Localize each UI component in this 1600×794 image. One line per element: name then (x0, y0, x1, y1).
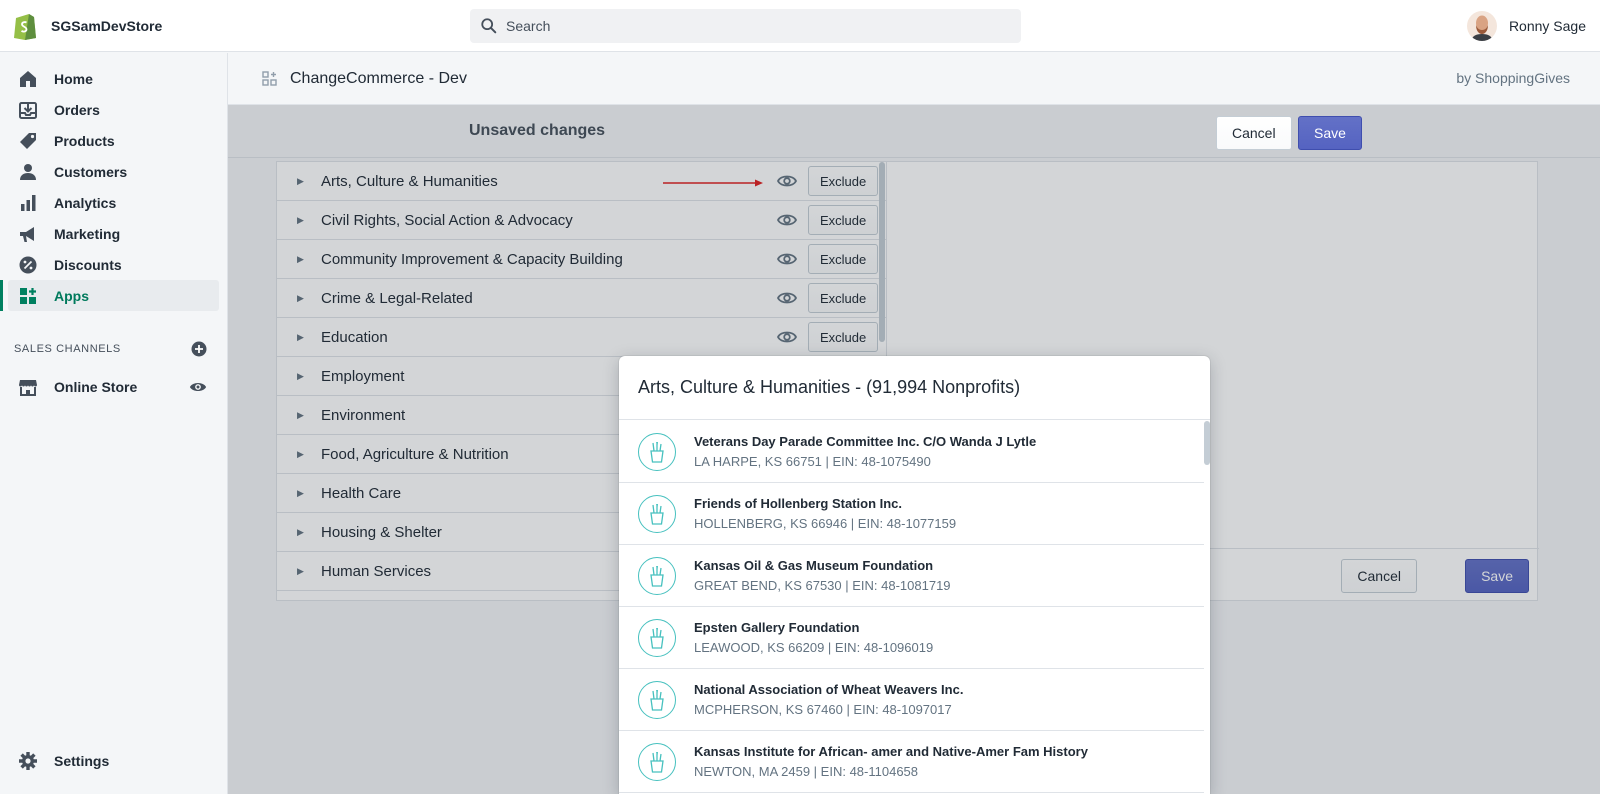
list-item[interactable]: Friends of Hollenberg Station Inc. HOLLE… (619, 483, 1204, 545)
nonprofit-meta: MCPHERSON, KS 67460 | EIN: 48-1097017 (694, 702, 952, 717)
sidebar-item-marketing[interactable]: Marketing (8, 218, 219, 249)
sidebar-item-label: Analytics (54, 194, 117, 211)
sidebar-item-apps[interactable]: Apps (0, 280, 219, 311)
nonprofit-meta: NEWTON, MA 2459 | EIN: 48-1104658 (694, 764, 919, 779)
avatar (1466, 11, 1497, 41)
sidebar-item-analytics[interactable]: Analytics (8, 187, 219, 218)
search-bar[interactable] (470, 9, 1021, 43)
sidebar-item-label: Online Store (54, 378, 138, 395)
search-icon (481, 18, 497, 34)
arts-supplies-icon (638, 556, 676, 595)
list-item[interactable]: National Association of Wheat Weavers In… (619, 669, 1204, 731)
sidebar-item-label: Orders (54, 101, 100, 118)
sidebar-nav: Home Orders Products Customers Analytics… (0, 53, 227, 311)
sidebar-item-label: Settings (54, 752, 110, 769)
nonprofit-meta: LA HARPE, KS 66751 | EIN: 48-1075490 (694, 454, 931, 469)
sidebar-item-label: Marketing (54, 225, 121, 242)
app-header: ChangeCommerce - Dev by ShoppingGives (228, 53, 1600, 105)
arts-supplies-icon (638, 618, 676, 657)
list-item[interactable]: Epsten Gallery Foundation LEAWOOD, KS 66… (619, 607, 1204, 669)
sidebar-item-products[interactable]: Products (8, 125, 219, 156)
sidebar-item-online-store[interactable]: Online Store (8, 371, 219, 402)
unsaved-save-button[interactable]: Save (1298, 116, 1362, 150)
apps-grid-icon (262, 70, 277, 86)
sales-channels-header: SALES CHANNELS (0, 339, 227, 359)
unsaved-cancel-button[interactable]: Cancel (1216, 116, 1292, 150)
sales-channels-label: SALES CHANNELS (14, 343, 121, 355)
tag-icon (18, 131, 38, 151)
sidebar-item-orders[interactable]: Orders (8, 94, 219, 125)
nonprofit-meta: HOLLENBERG, KS 66946 | EIN: 48-1077159 (694, 516, 957, 531)
sidebar-item-label: Customers (54, 163, 128, 180)
sidebar-item-label: Products (54, 132, 115, 149)
page-title: ChangeCommerce - Dev (290, 69, 467, 87)
sidebar: Home Orders Products Customers Analytics… (0, 53, 228, 794)
nonprofit-name: Friends of Hollenberg Station Inc. (694, 496, 903, 511)
scrollbar-thumb[interactable] (1204, 421, 1210, 465)
arts-supplies-icon (638, 742, 676, 781)
nonprofit-name: Kansas Institute for African- amer and N… (694, 744, 1088, 759)
person-icon (18, 162, 38, 182)
sidebar-item-customers[interactable]: Customers (8, 156, 219, 187)
eye-icon[interactable] (189, 378, 207, 396)
nonprofit-name: Kansas Oil & Gas Museum Foundation (694, 558, 934, 573)
shopify-logo-icon (14, 13, 36, 40)
sidebar-item-home[interactable]: Home (8, 63, 219, 94)
modal-title: Arts, Culture & Humanities - (91,994 Non… (619, 356, 1210, 420)
discount-icon (18, 255, 38, 275)
arts-supplies-icon (638, 494, 676, 533)
app-developer[interactable]: by ShoppingGives (1456, 70, 1570, 86)
store-switcher[interactable]: SGSamDevStore (0, 11, 228, 41)
arts-supplies-icon (638, 432, 676, 471)
modal-scrollbar[interactable] (1204, 421, 1210, 794)
sidebar-item-label: Apps (54, 287, 89, 304)
nonprofits-modal: Arts, Culture & Humanities - (91,994 Non… (619, 356, 1210, 794)
list-item[interactable]: Veterans Day Parade Committee Inc. C/O W… (619, 421, 1204, 483)
bar-chart-icon (18, 193, 38, 213)
list-item[interactable]: Kansas Oil & Gas Museum Foundation GREAT… (619, 545, 1204, 607)
user-name: Ronny Sage (1508, 18, 1586, 34)
list-item[interactable]: Kansas Institute for African- amer and N… (619, 731, 1204, 793)
add-sales-channel-icon[interactable] (191, 341, 207, 357)
sidebar-item-label: Discounts (54, 256, 122, 273)
nonprofit-meta: LEAWOOD, KS 66209 | EIN: 48-1096019 (694, 640, 934, 655)
top-bar: SGSamDevStore Ronny Sage (0, 0, 1600, 52)
megaphone-icon (18, 224, 38, 244)
arts-supplies-icon (638, 680, 676, 719)
nonprofit-list: Veterans Day Parade Committee Inc. C/O W… (619, 421, 1204, 794)
sidebar-item-settings[interactable]: Settings (8, 745, 219, 776)
gear-icon (18, 751, 38, 771)
home-icon (18, 69, 38, 89)
store-name: SGSamDevStore (51, 17, 163, 34)
sidebar-item-label: Home (54, 70, 93, 87)
orders-icon (18, 100, 38, 120)
nonprofit-name: National Association of Wheat Weavers In… (694, 682, 964, 697)
nonprofit-name: Epsten Gallery Foundation (694, 620, 860, 635)
apps-icon (18, 286, 38, 306)
store-icon (18, 377, 38, 397)
nonprofit-meta: GREAT BEND, KS 67530 | EIN: 48-1081719 (694, 578, 951, 593)
nonprofit-name: Veterans Day Parade Committee Inc. C/O W… (694, 434, 1037, 449)
search-input[interactable] (506, 18, 986, 34)
user-menu[interactable]: Ronny Sage (1466, 9, 1586, 43)
sidebar-item-discounts[interactable]: Discounts (8, 249, 219, 280)
